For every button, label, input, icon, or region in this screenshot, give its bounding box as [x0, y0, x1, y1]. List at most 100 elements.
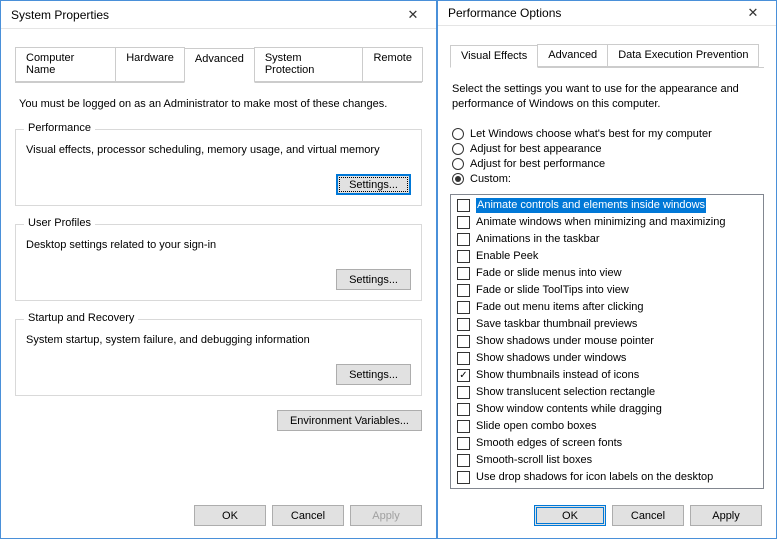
window-body: Visual EffectsAdvancedData Execution Pre… [438, 26, 776, 495]
list-item-label: Show shadows under mouse pointer [476, 334, 654, 349]
group-legend: Performance [24, 122, 95, 134]
tab-advanced[interactable]: Advanced [184, 48, 255, 83]
radio-label: Let Windows choose what's best for my co… [470, 128, 712, 140]
checkbox-icon[interactable] [457, 420, 470, 433]
radio-icon [452, 143, 464, 155]
list-item-label: Save taskbar thumbnail previews [476, 317, 637, 332]
checkbox-icon[interactable] [457, 267, 470, 280]
group-description: Visual effects, processor scheduling, me… [26, 144, 411, 156]
checkbox-icon[interactable] [457, 216, 470, 229]
group-user-profiles: User Profiles Desktop settings related t… [15, 224, 422, 301]
list-item[interactable]: Fade or slide ToolTips into view [451, 282, 763, 299]
window-title: System Properties [11, 8, 109, 22]
checkbox-icon[interactable] [457, 369, 470, 382]
list-item[interactable]: Fade out menu items after clicking [451, 299, 763, 316]
checkbox-icon[interactable] [457, 318, 470, 331]
list-item-label: Smooth-scroll list boxes [476, 453, 592, 468]
cancel-button[interactable]: Cancel [272, 505, 344, 526]
list-item[interactable]: Smooth edges of screen fonts [451, 435, 763, 452]
radio-option[interactable]: Adjust for best performance [452, 158, 764, 170]
radio-group: Let Windows choose what's best for my co… [452, 125, 764, 188]
checkbox-icon[interactable] [457, 250, 470, 263]
performance-settings-button[interactable]: Settings... [336, 174, 411, 195]
list-item-label: Show translucent selection rectangle [476, 385, 655, 400]
group-legend: User Profiles [24, 217, 95, 229]
tab-system-protection[interactable]: System Protection [254, 47, 364, 82]
list-item[interactable]: Fade or slide menus into view [451, 265, 763, 282]
checkbox-icon[interactable] [457, 352, 470, 365]
checkbox-icon[interactable] [457, 335, 470, 348]
list-item-label: Animations in the taskbar [476, 232, 600, 247]
intro-text: Select the settings you want to use for … [452, 82, 762, 111]
tab-hardware[interactable]: Hardware [115, 47, 185, 82]
list-item[interactable]: Show translucent selection rectangle [451, 384, 763, 401]
startup-settings-button[interactable]: Settings... [336, 364, 411, 385]
checkbox-icon[interactable] [457, 386, 470, 399]
close-icon: ✕ [408, 7, 419, 23]
tab-advanced[interactable]: Advanced [537, 44, 608, 67]
close-button[interactable]: ✕ [396, 5, 430, 25]
radio-label: Adjust for best performance [470, 158, 605, 170]
tab-computer-name[interactable]: Computer Name [15, 47, 116, 82]
tab-data-execution-prevention[interactable]: Data Execution Prevention [607, 44, 759, 67]
list-item[interactable]: Slide open combo boxes [451, 418, 763, 435]
list-item[interactable]: Show window contents while dragging [451, 401, 763, 418]
checkbox-icon[interactable] [457, 199, 470, 212]
radio-option[interactable]: Let Windows choose what's best for my co… [452, 128, 764, 140]
user-profiles-settings-button[interactable]: Settings... [336, 269, 411, 290]
performance-options-window: Performance Options ✕ Visual EffectsAdva… [437, 0, 777, 539]
list-item-label: Show shadows under windows [476, 351, 626, 366]
radio-icon [452, 128, 464, 140]
titlebar: Performance Options ✕ [438, 1, 776, 26]
visual-effects-list[interactable]: Animate controls and elements inside win… [450, 194, 764, 489]
apply-button[interactable]: Apply [690, 505, 762, 526]
tab-remote[interactable]: Remote [362, 47, 423, 82]
group-description: Desktop settings related to your sign-in [26, 239, 411, 251]
radio-option[interactable]: Adjust for best appearance [452, 143, 764, 155]
list-item[interactable]: Smooth-scroll list boxes [451, 452, 763, 469]
checkbox-icon[interactable] [457, 403, 470, 416]
environment-variables-button[interactable]: Environment Variables... [277, 410, 422, 431]
list-item[interactable]: Show shadows under windows [451, 350, 763, 367]
close-button[interactable]: ✕ [736, 3, 770, 23]
apply-button[interactable]: Apply [350, 505, 422, 526]
list-item-label: Smooth edges of screen fonts [476, 436, 622, 451]
group-legend: Startup and Recovery [24, 312, 138, 324]
checkbox-icon[interactable] [457, 301, 470, 314]
list-item[interactable]: Animate controls and elements inside win… [451, 197, 763, 214]
list-item[interactable]: Enable Peek [451, 248, 763, 265]
list-item-label: Show window contents while dragging [476, 402, 662, 417]
tab-strip: Visual EffectsAdvancedData Execution Pre… [450, 44, 764, 68]
dialog-button-row: OK Cancel Apply [1, 495, 436, 538]
radio-option[interactable]: Custom: [452, 173, 764, 185]
checkbox-icon[interactable] [457, 471, 470, 484]
dialog-button-row: OK Cancel Apply [438, 495, 776, 538]
list-item[interactable]: Animations in the taskbar [451, 231, 763, 248]
checkbox-icon[interactable] [457, 233, 470, 246]
checkbox-icon[interactable] [457, 454, 470, 467]
intro-text: You must be logged on as an Administrato… [19, 97, 418, 111]
list-item[interactable]: Use drop shadows for icon labels on the … [451, 469, 763, 486]
list-item[interactable]: Show shadows under mouse pointer [451, 333, 763, 350]
list-item-label: Fade or slide menus into view [476, 266, 622, 281]
ok-button[interactable]: OK [194, 505, 266, 526]
checkbox-icon[interactable] [457, 437, 470, 450]
tab-visual-effects[interactable]: Visual Effects [450, 45, 538, 68]
list-item-label: Fade or slide ToolTips into view [476, 283, 629, 298]
system-properties-window: System Properties ✕ Computer NameHardwar… [0, 0, 437, 539]
list-item[interactable]: Show thumbnails instead of icons [451, 367, 763, 384]
list-item-label: Animate controls and elements inside win… [476, 198, 706, 213]
window-title: Performance Options [448, 6, 561, 20]
radio-label: Adjust for best appearance [470, 143, 601, 155]
ok-button[interactable]: OK [534, 505, 606, 526]
list-item[interactable]: Animate windows when minimizing and maxi… [451, 214, 763, 231]
list-item[interactable]: Save taskbar thumbnail previews [451, 316, 763, 333]
titlebar: System Properties ✕ [1, 1, 436, 29]
checkbox-icon[interactable] [457, 284, 470, 297]
cancel-button[interactable]: Cancel [612, 505, 684, 526]
radio-icon [452, 158, 464, 170]
close-icon: ✕ [748, 5, 759, 21]
list-item-label: Fade out menu items after clicking [476, 300, 644, 315]
radio-label: Custom: [470, 173, 511, 185]
list-item-label: Animate windows when minimizing and maxi… [476, 215, 725, 230]
